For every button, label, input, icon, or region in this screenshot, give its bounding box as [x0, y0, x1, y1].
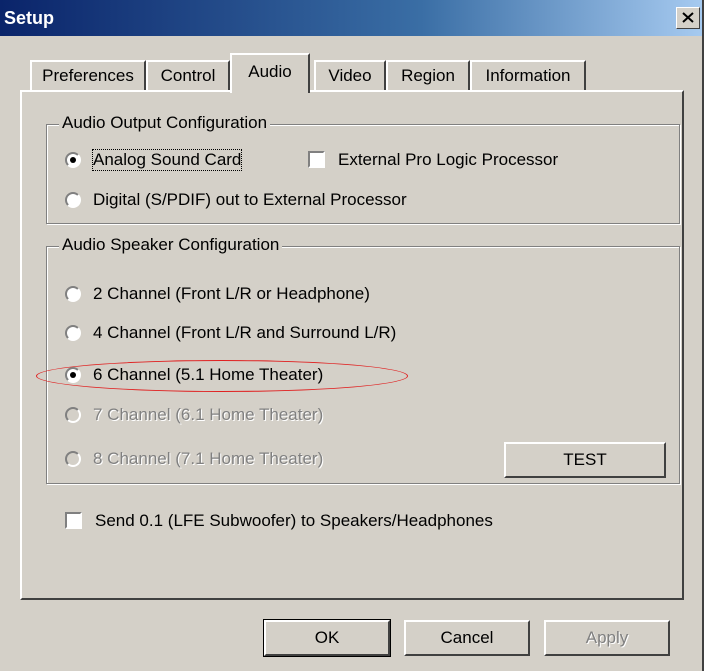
close-icon: [682, 12, 694, 23]
group-title: Audio Output Configuration: [59, 113, 271, 133]
lfe-label[interactable]: Send 0.1 (LFE Subwoofer) to Speakers/Hea…: [95, 511, 493, 531]
tab-label: Region: [401, 66, 455, 85]
cancel-button-label: Cancel: [440, 628, 494, 647]
test-button[interactable]: TEST: [504, 442, 666, 478]
tab-label: Control: [160, 66, 216, 85]
setup-dialog: Setup Preferences Control Audio Video Re…: [0, 0, 704, 671]
analog-sound-card-radio[interactable]: [65, 152, 81, 168]
analog-sound-card-label[interactable]: Analog Sound Card: [91, 149, 243, 171]
tab-preferences[interactable]: Preferences: [30, 60, 146, 92]
channel-2-label[interactable]: 2 Channel (Front L/R or Headphone): [93, 284, 370, 304]
window-title: Setup: [4, 8, 55, 28]
tab-label: Preferences: [42, 66, 134, 85]
tab-video[interactable]: Video: [314, 60, 386, 92]
lfe-checkbox[interactable]: [65, 512, 82, 529]
channel-8-label[interactable]: 8 Channel (7.1 Home Theater): [93, 449, 323, 469]
channel-4-radio[interactable]: [65, 325, 81, 341]
cancel-button[interactable]: Cancel: [404, 620, 530, 656]
digital-spdif-label[interactable]: Digital (S/PDIF) out to External Process…: [93, 190, 407, 210]
tab-label: Information: [485, 66, 571, 85]
channel-6-radio[interactable]: [65, 367, 81, 383]
tab-region[interactable]: Region: [386, 60, 470, 92]
group-title: Audio Speaker Configuration: [59, 235, 283, 255]
title-bar: Setup: [0, 0, 702, 36]
test-button-label: TEST: [563, 450, 607, 469]
apply-button-label: Apply: [585, 628, 629, 647]
ok-button-label: OK: [314, 628, 340, 647]
apply-button[interactable]: Apply: [544, 620, 670, 656]
channel-8-radio[interactable]: [65, 451, 81, 467]
channel-7-radio[interactable]: [65, 407, 81, 423]
tab-control[interactable]: Control: [146, 60, 230, 92]
external-pro-logic-checkbox[interactable]: [308, 151, 325, 168]
digital-spdif-radio[interactable]: [65, 192, 81, 208]
tab-audio[interactable]: Audio: [230, 53, 310, 93]
channel-4-label[interactable]: 4 Channel (Front L/R and Surround L/R): [93, 323, 396, 343]
close-button[interactable]: [676, 7, 700, 29]
channel-7-label[interactable]: 7 Channel (6.1 Home Theater): [93, 405, 323, 425]
channel-6-label[interactable]: 6 Channel (5.1 Home Theater): [93, 365, 323, 385]
tab-label: Audio: [248, 62, 292, 81]
channel-2-radio[interactable]: [65, 286, 81, 302]
tab-label: Video: [328, 66, 372, 85]
ok-button[interactable]: OK: [263, 619, 391, 657]
external-pro-logic-label[interactable]: External Pro Logic Processor: [338, 150, 558, 170]
tab-information[interactable]: Information: [470, 60, 586, 92]
